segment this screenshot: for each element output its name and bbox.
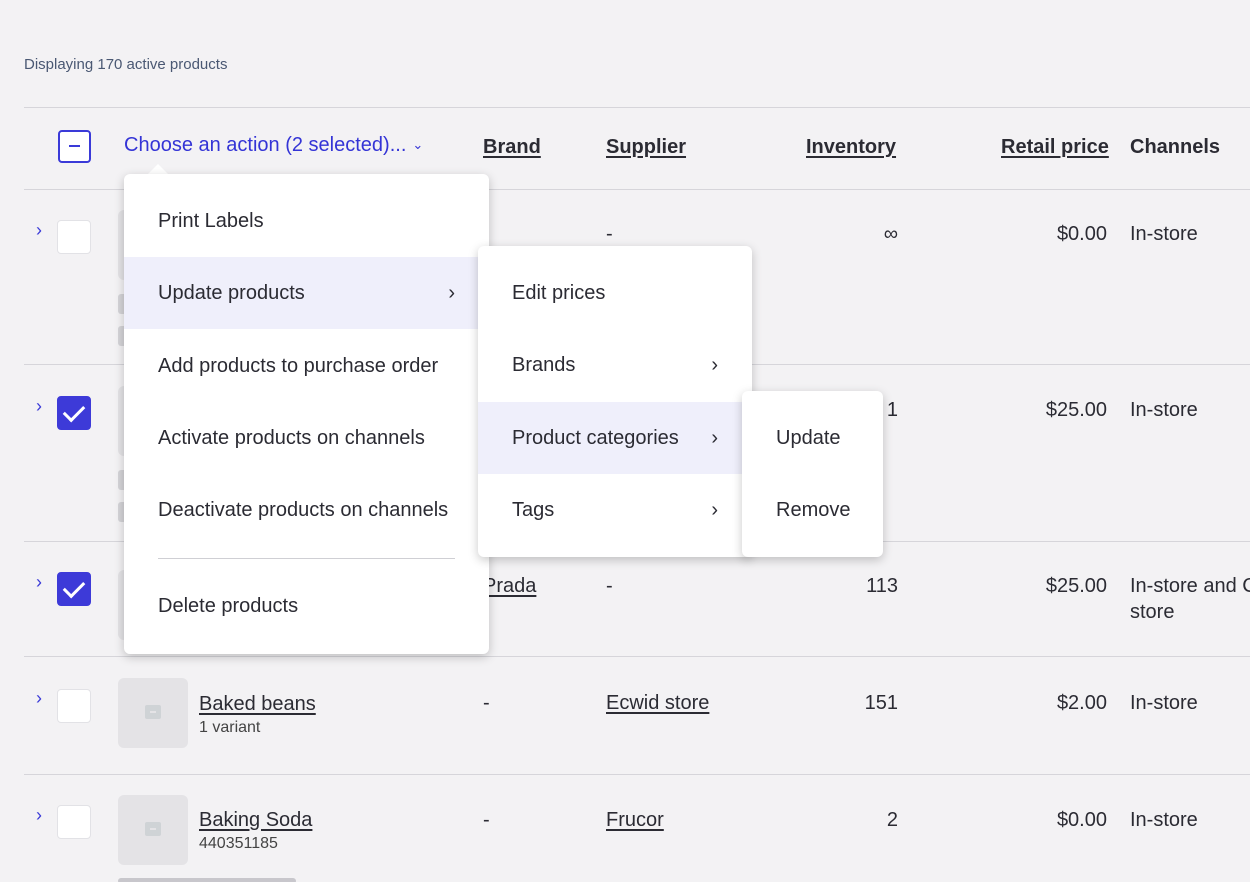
product-categories-submenu: Update Remove — [742, 391, 883, 557]
price-cell: $25.00 — [1045, 399, 1107, 421]
column-header-brand[interactable]: Brand — [483, 136, 541, 159]
menu-item-label: Product categories — [512, 426, 679, 449]
menu-item-label: Update products — [158, 281, 305, 304]
supplier-cell: - — [606, 223, 613, 245]
inventory-cell: ∞ — [883, 223, 898, 245]
product-name-link[interactable]: Baked beans — [199, 693, 316, 716]
inventory-cell: 113 — [866, 575, 898, 597]
inventory-cell: 2 — [886, 809, 898, 831]
product-thumbnail — [118, 678, 188, 748]
menu-item-label: Remove — [776, 498, 851, 521]
product-variant-count: 1 variant — [199, 719, 261, 736]
expand-row-icon[interactable]: › — [36, 688, 42, 709]
menu-item-label: Update — [776, 426, 841, 449]
price-cell: $0.00 — [1056, 223, 1107, 245]
expand-row-icon[interactable]: › — [36, 805, 42, 826]
row-checkbox[interactable] — [57, 689, 91, 723]
table-row: › Baking Soda 440351185 - Frucor 2 $0.00… — [0, 775, 1250, 882]
choose-action-label: Choose an action (2 selected)... — [124, 134, 407, 156]
product-thumbnail — [118, 795, 188, 865]
chevron-down-icon: ⌄ — [412, 137, 424, 152]
chevron-right-icon: › — [711, 353, 718, 376]
menu-item-add-to-purchase-order[interactable]: Add products to purchase order — [124, 330, 489, 402]
price-cell: $25.00 — [1045, 575, 1107, 597]
menu-item-label: Edit prices — [512, 281, 606, 304]
table-row: › Baked beans 1 variant - Ecwid store 15… — [0, 657, 1250, 774]
supplier-link[interactable]: Ecwid store — [606, 692, 709, 715]
action-menu: Print Labels Update products › Add produc… — [124, 174, 489, 654]
row-checkbox-checked[interactable] — [57, 572, 91, 606]
expand-row-icon[interactable]: › — [36, 396, 42, 417]
product-sku: 440351185 — [199, 835, 278, 852]
menu-item-brands[interactable]: Brands › — [478, 329, 752, 401]
chevron-right-icon: › — [448, 281, 455, 304]
menu-item-update-products[interactable]: Update products › — [124, 257, 489, 329]
tag-chip — [118, 878, 296, 882]
box-icon — [145, 705, 161, 719]
product-name-link[interactable]: Baking Soda — [199, 809, 312, 832]
menu-item-label: Tags — [512, 498, 555, 521]
column-header-channels: Channels — [1130, 136, 1221, 158]
chevron-right-icon: › — [711, 426, 718, 449]
channels-cell: In-store — [1130, 399, 1198, 421]
menu-item-label: Add products to purchase order — [158, 354, 439, 377]
menu-item-update-categories[interactable]: Update — [742, 402, 883, 474]
channels-cell: In-store and C — [1130, 575, 1250, 597]
supplier-link[interactable]: Frucor — [606, 809, 664, 832]
menu-item-deactivate-on-channels[interactable]: Deactivate products on channels — [124, 474, 489, 546]
supplier-cell: - — [606, 575, 613, 597]
column-header-inventory[interactable]: Inventory — [806, 136, 896, 159]
menu-item-label: Deactivate products on channels — [158, 498, 449, 521]
menu-item-label: Activate products on channels — [158, 426, 425, 449]
expand-row-icon[interactable]: › — [36, 572, 42, 593]
row-checkbox[interactable] — [57, 805, 91, 839]
update-products-submenu: Edit prices Brands › Product categories › … — [478, 246, 752, 557]
menu-divider — [158, 558, 455, 559]
menu-item-tags[interactable]: Tags › — [478, 474, 752, 546]
box-icon — [145, 822, 161, 836]
menu-item-activate-on-channels[interactable]: Activate products on channels — [124, 402, 489, 474]
channels-cell: In-store — [1130, 223, 1198, 245]
expand-row-icon[interactable]: › — [36, 220, 42, 241]
product-count-summary: Displaying 170 active products — [24, 56, 228, 73]
channels-cell: In-store — [1130, 809, 1198, 831]
row-checkbox-checked[interactable] — [57, 396, 91, 430]
select-all-checkbox[interactable] — [58, 130, 91, 163]
menu-item-delete-products[interactable]: Delete products — [124, 570, 489, 642]
menu-item-edit-prices[interactable]: Edit prices — [478, 257, 752, 329]
menu-item-print-labels[interactable]: Print Labels — [124, 185, 489, 257]
inventory-cell: 151 — [864, 692, 898, 714]
inventory-cell: 1 — [886, 399, 898, 421]
menu-item-product-categories[interactable]: Product categories › — [478, 402, 752, 474]
menu-item-remove-categories[interactable]: Remove — [742, 474, 883, 546]
brand-cell: - — [483, 809, 490, 831]
menu-item-label: Brands — [512, 353, 576, 376]
menu-item-label: Delete products — [158, 594, 299, 617]
menu-item-label: Print Labels — [158, 209, 264, 232]
column-header-retail-price[interactable]: Retail price — [1001, 136, 1109, 159]
chevron-right-icon: › — [711, 498, 718, 521]
price-cell: $2.00 — [1056, 692, 1107, 714]
price-cell: $0.00 — [1056, 809, 1107, 831]
brand-cell: - — [483, 692, 490, 714]
column-header-supplier[interactable]: Supplier — [606, 136, 686, 159]
row-checkbox[interactable] — [57, 220, 91, 254]
channels-cell: In-store — [1130, 692, 1198, 714]
choose-action-dropdown[interactable]: Choose an action (2 selected)... ⌄ — [124, 134, 423, 157]
channels-cell-line2: store — [1130, 601, 1175, 623]
brand-link[interactable]: Prada — [483, 575, 536, 598]
